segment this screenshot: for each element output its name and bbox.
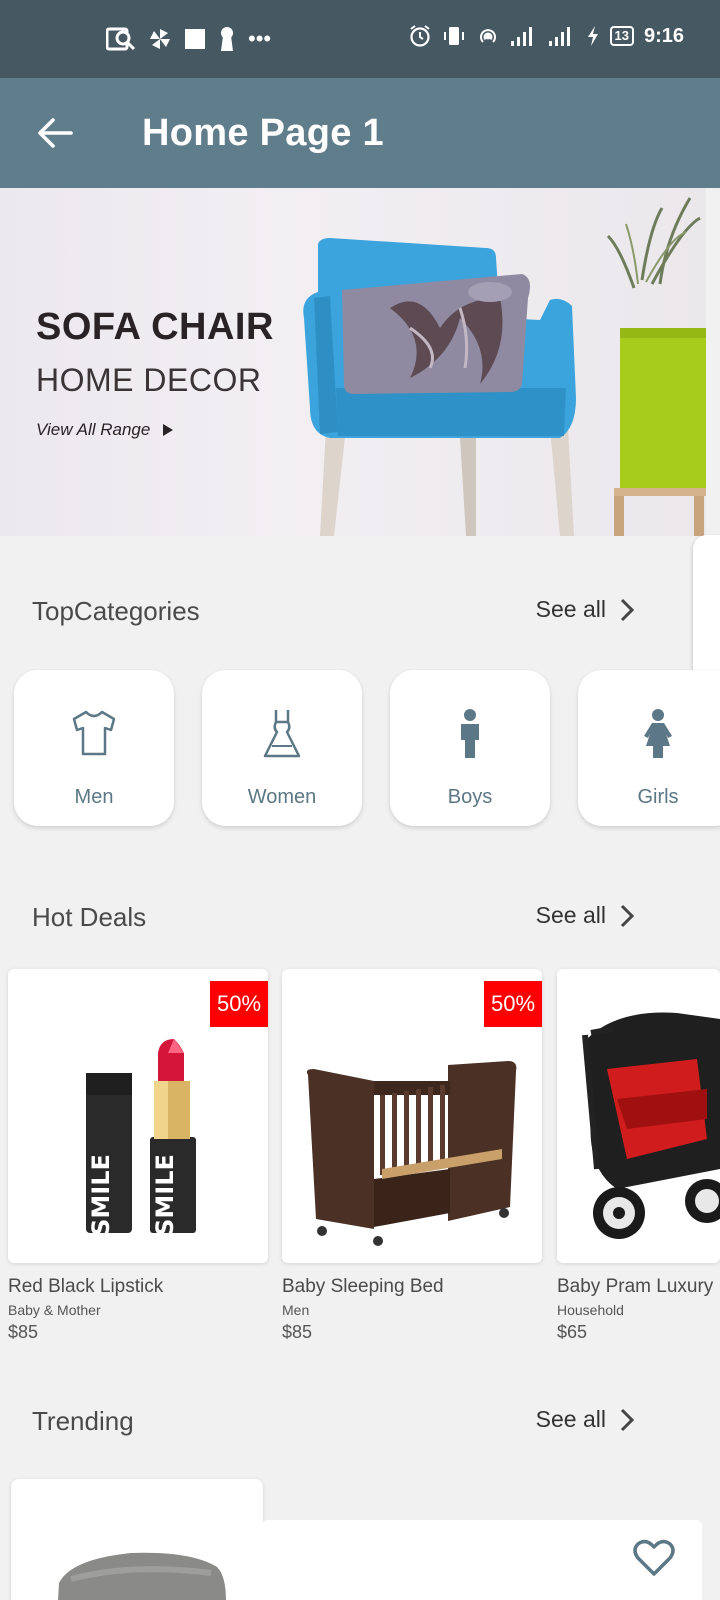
product-card[interactable]: 50% SMILE SMILE Red Black Lipstick Baby … — [8, 969, 268, 1343]
signal-icon — [510, 27, 532, 46]
status-bar: ••• 13 9:16 — [0, 0, 720, 78]
view-all-range-label: View All Range — [36, 420, 151, 439]
see-all-label: See all — [535, 1406, 606, 1432]
trending-product-card[interactable] — [262, 1520, 702, 1600]
status-left-icons: ••• — [106, 26, 271, 52]
product-image-pram[interactable] — [557, 969, 720, 1263]
product-name: Baby Sleeping Bed — [282, 1276, 444, 1297]
category-men[interactable]: Men — [14, 670, 174, 826]
product-category: Men — [282, 1302, 310, 1318]
status-right-icons: 13 9:16 — [408, 24, 684, 48]
trending-product-card[interactable] — [11, 1479, 263, 1600]
product-brand-text: SMILE — [87, 1154, 115, 1236]
chevron-right-icon — [620, 904, 634, 927]
charging-icon — [587, 26, 598, 46]
clock-time: 9:16 — [643, 24, 684, 47]
product-price: $85 — [8, 1322, 39, 1342]
chevron-right-icon — [620, 1408, 634, 1431]
see-all-label: See all — [535, 596, 606, 622]
banner-title: SOFA CHAIR — [36, 306, 274, 348]
product-image-bed[interactable]: 50% — [282, 969, 542, 1263]
square-icon — [185, 29, 205, 49]
discount-badge: 50% — [484, 981, 542, 1027]
boy-icon — [440, 708, 500, 760]
pram-image — [582, 1012, 720, 1239]
product-card[interactable]: Baby Pram Luxury Household $65 — [557, 969, 720, 1343]
back-button[interactable] — [30, 108, 80, 158]
trending-chair-image — [58, 1552, 226, 1600]
heart-icon[interactable] — [632, 1538, 676, 1578]
product-card[interactable]: 50% Baby Sleeping Bed Men $85 — [282, 969, 542, 1343]
more-dots-icon: ••• — [248, 26, 272, 51]
product-name: Red Black Lipstick — [8, 1276, 164, 1297]
top-categories-header: TopCategories See all — [32, 592, 652, 632]
category-women[interactable]: Women — [202, 670, 362, 826]
home-page: ••• 13 9:16 Home Page 1 SOFA CHAIR HOME … — [0, 0, 720, 1600]
view-all-range-link[interactable]: View All Range — [36, 420, 174, 440]
product-name: Baby Pram Luxury — [557, 1276, 714, 1297]
trending-see-all[interactable]: See all — [536, 1406, 634, 1433]
signal-icon — [548, 27, 570, 46]
dress-icon — [252, 708, 312, 760]
product-image-lipstick[interactable]: 50% SMILE SMILE — [8, 969, 268, 1263]
top-categories-title: TopCategories — [32, 596, 200, 626]
alarm-icon — [409, 25, 430, 47]
category-label: Girls — [637, 786, 679, 808]
category-label: Men — [74, 786, 114, 808]
page-title: Home Page 1 — [142, 112, 384, 154]
play-arrow-icon — [163, 424, 174, 436]
hot-deals-header: Hot Deals See all — [32, 898, 652, 938]
sofa-chair-image — [303, 197, 706, 536]
category-girls[interactable]: Girls — [578, 670, 720, 826]
discount-badge: 50% — [210, 981, 268, 1027]
product-category: Household — [557, 1302, 624, 1318]
see-all-label: See all — [535, 902, 606, 928]
scan-icon — [106, 27, 136, 51]
hotspot-icon — [479, 29, 496, 43]
trending-title: Trending — [32, 1406, 134, 1436]
product-brand-text: SMILE — [151, 1154, 179, 1236]
girl-icon — [628, 708, 688, 760]
keyhole-icon — [221, 27, 233, 51]
category-label: Boys — [447, 786, 493, 808]
battery-level: 13 — [609, 26, 634, 46]
product-price: $85 — [282, 1322, 313, 1342]
category-label: Women — [247, 786, 317, 808]
app-bar: Home Page 1 — [0, 78, 720, 188]
trending-header: Trending See all — [32, 1402, 652, 1442]
pinwheel-icon — [150, 29, 170, 49]
product-price: $65 — [557, 1322, 588, 1342]
product-category: Baby & Mother — [8, 1302, 101, 1318]
promo-banner[interactable]: SOFA CHAIR HOME DECOR View All Range — [0, 188, 706, 536]
top-categories-see-all[interactable]: See all — [536, 596, 634, 623]
arrow-left-icon — [38, 118, 73, 148]
tshirt-icon — [64, 708, 124, 760]
banner-subtitle: HOME DECOR — [36, 362, 262, 398]
vibrate-icon — [443, 27, 464, 45]
chevron-right-icon — [620, 598, 634, 621]
hot-deals-see-all[interactable]: See all — [536, 902, 634, 929]
hot-deals-title: Hot Deals — [32, 902, 147, 932]
category-boys[interactable]: Boys — [390, 670, 550, 826]
